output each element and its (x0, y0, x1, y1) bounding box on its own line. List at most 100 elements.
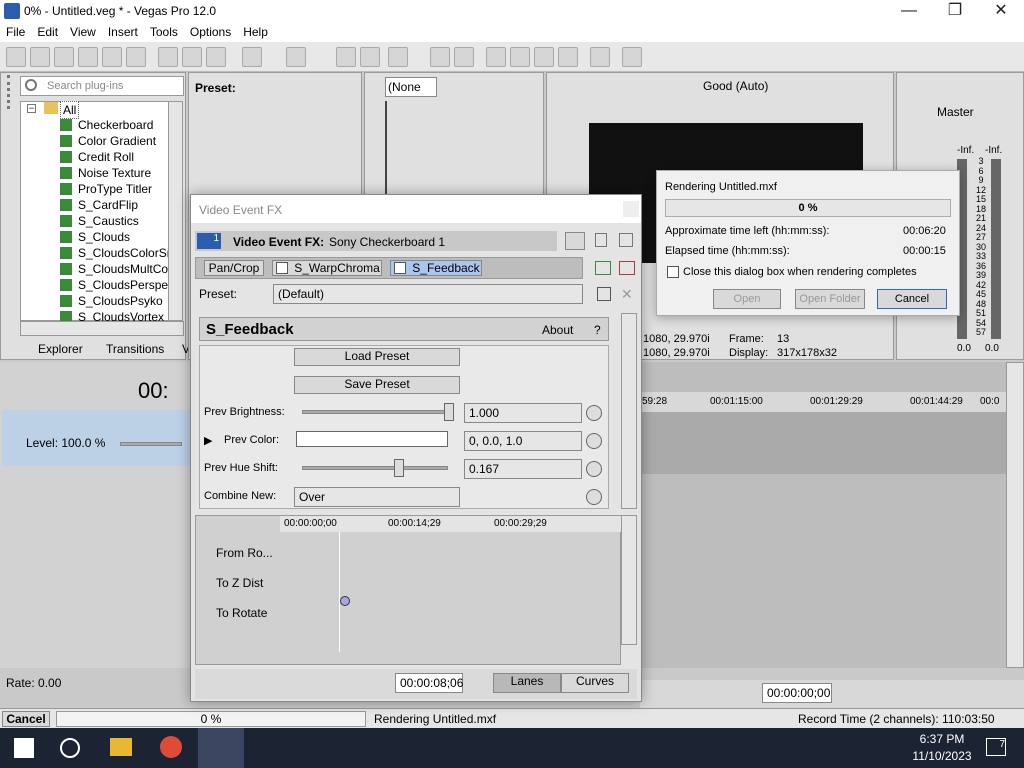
keyframe-toggle-icon[interactable] (586, 433, 602, 449)
save-preset-icon[interactable] (597, 287, 611, 301)
feedback-enable-checkbox[interactable] (394, 262, 406, 274)
hue-shift-thumb[interactable] (394, 459, 404, 477)
timeline-vscroll[interactable] (1006, 362, 1024, 668)
chain-pan-crop[interactable]: Pan/Crop (204, 260, 264, 276)
properties-icon[interactable] (126, 47, 146, 67)
lanes-button[interactable]: Lanes (493, 673, 561, 693)
fx-close-button[interactable] (623, 201, 639, 217)
plugin-item[interactable]: S_Caustics (60, 214, 139, 230)
plugin-item[interactable]: S_CardFlip (60, 198, 138, 214)
about-link[interactable]: About (542, 323, 573, 337)
fx-preset-select[interactable]: (Default) (273, 284, 583, 304)
plugin-item[interactable]: S_CloudsVortex (60, 310, 168, 321)
minimize-button[interactable]: — (886, 0, 932, 22)
tab-transitions[interactable]: Transitions (106, 342, 164, 356)
keyframe-toggle-icon[interactable] (586, 461, 602, 477)
search-icon[interactable] (60, 738, 80, 758)
plugin-item[interactable]: S_CloudsMultCol (60, 262, 168, 278)
menu-help[interactable]: Help (237, 22, 274, 42)
timeline[interactable]: 59:28 00:01:15:00 00:01:29:29 00:01:44:2… (640, 362, 1006, 668)
color-swatch[interactable] (296, 431, 448, 447)
plugin-tree-vscroll[interactable] (168, 101, 183, 321)
menu-tools[interactable]: Tools (144, 22, 184, 42)
plugin-item[interactable]: S_Clouds (60, 230, 130, 246)
trimmer-select[interactable]: (None (385, 77, 437, 97)
cursor-position[interactable]: 00:00:00;00 (762, 683, 832, 703)
brightness-thumb[interactable] (444, 403, 454, 421)
keyframe-toggle-icon[interactable] (586, 405, 602, 421)
copy-icon[interactable] (182, 47, 202, 67)
plugin-item[interactable]: Checkerboard (60, 118, 153, 134)
plugin-item[interactable]: S_CloudsColorSmo (60, 246, 168, 262)
redo-icon[interactable] (286, 47, 306, 67)
params-vscroll[interactable] (621, 313, 637, 509)
whats-this-help-icon[interactable] (622, 47, 642, 67)
keyframe-marker[interactable] (340, 596, 350, 606)
chrome-icon[interactable] (160, 736, 182, 758)
hue-shift-slider[interactable] (302, 466, 448, 470)
plugin-item[interactable]: Noise Texture (60, 166, 151, 182)
plugin-item[interactable]: S_CloudsPerspect (60, 278, 168, 294)
view-list-icon[interactable] (565, 232, 585, 250)
combine-new-select[interactable]: Over (294, 487, 460, 507)
selection-tool-icon[interactable] (388, 47, 408, 67)
envelope-tool-icon[interactable] (360, 47, 380, 67)
snapping-icon[interactable] (486, 47, 506, 67)
lock-envelopes-icon[interactable] (510, 47, 530, 67)
panel-grip[interactable] (7, 75, 13, 109)
menu-options[interactable]: Options (184, 22, 237, 42)
color-value[interactable]: 0, 0.0, 1.0 (464, 431, 582, 451)
plugin-item[interactable]: S_CloudsPsyko (60, 294, 168, 310)
keyframe-controller[interactable]: 00:00:00;00 00:00:14;29 00:00:29;29 From… (195, 515, 622, 665)
delete-preset-icon[interactable]: ✕ (621, 287, 635, 301)
plugin-tree-hscroll[interactable] (20, 321, 184, 336)
zoom-icon[interactable] (558, 47, 578, 67)
clock-time[interactable]: 6:37 PM (910, 732, 974, 746)
auto-crossfade-icon[interactable] (430, 47, 450, 67)
menu-view[interactable]: View (64, 22, 102, 42)
undo-icon[interactable] (242, 47, 262, 67)
vegas-taskbar-icon[interactable] (198, 728, 244, 768)
plugin-item[interactable]: ProType Titler (60, 182, 152, 198)
new-icon[interactable] (6, 47, 26, 67)
video-track-lane[interactable] (640, 412, 1006, 474)
curves-button[interactable]: Curves (561, 673, 629, 693)
file-explorer-icon[interactable] (110, 738, 132, 756)
render-icon[interactable] (102, 47, 122, 67)
menu-edit[interactable]: Edit (31, 22, 64, 42)
load-preset-button[interactable]: Load Preset (294, 348, 460, 366)
start-icon[interactable] (14, 738, 34, 758)
keyframe-vscroll[interactable] (621, 515, 637, 645)
close-when-done-checkbox[interactable] (667, 266, 679, 278)
save-as-icon[interactable] (78, 47, 98, 67)
tree-root-all[interactable]: All (60, 101, 80, 119)
preview-quality[interactable]: Good (Auto) (703, 79, 768, 93)
render-cancel-button[interactable]: Cancel (877, 289, 947, 309)
plugin-item[interactable]: Credit Roll (60, 150, 134, 166)
collapse-icon[interactable]: − (27, 104, 36, 113)
auto-ripple-icon[interactable] (454, 47, 474, 67)
view-details-icon[interactable] (595, 233, 607, 247)
help-button[interactable]: ? (594, 323, 601, 337)
level-slider[interactable] (120, 442, 182, 446)
tab-explorer[interactable]: Explorer (38, 342, 83, 356)
view-grid-icon[interactable] (619, 233, 633, 247)
video-track-header[interactable]: Level: 100.0 % (2, 410, 190, 466)
save-preset-button[interactable]: Save Preset (294, 376, 460, 394)
normal-edit-tool-icon[interactable] (336, 47, 356, 67)
open-button[interactable]: Open (713, 289, 781, 309)
brightness-slider[interactable] (302, 410, 448, 414)
brush-icon[interactable] (590, 47, 610, 67)
close-button[interactable]: ✕ (978, 0, 1024, 22)
maximize-button[interactable]: ❐ (932, 0, 978, 22)
remove-plugin-icon[interactable] (619, 261, 635, 275)
brightness-value[interactable]: 1.000 (464, 403, 582, 423)
paste-icon[interactable] (206, 47, 226, 67)
clock-date[interactable]: 11/10/2023 (910, 749, 974, 763)
save-icon[interactable] (54, 47, 74, 67)
menu-file[interactable]: File (0, 22, 31, 42)
notification-icon[interactable]: 7 (986, 738, 1006, 756)
open-icon[interactable] (30, 47, 50, 67)
hue-shift-value[interactable]: 0.167 (464, 459, 582, 479)
ignore-grouping-icon[interactable] (534, 47, 554, 67)
